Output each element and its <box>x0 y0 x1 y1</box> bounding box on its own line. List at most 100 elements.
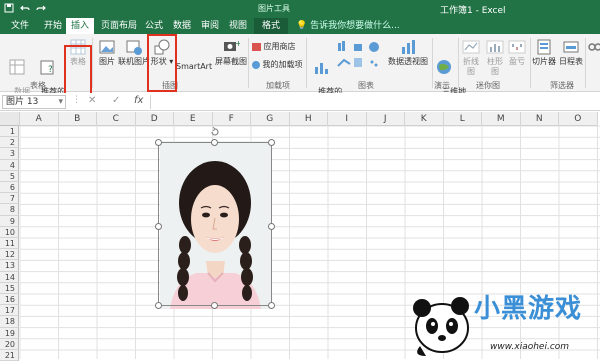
row-header-15[interactable]: 15 <box>0 282 19 294</box>
row-header-14[interactable]: 14 <box>0 271 19 283</box>
column-header-i[interactable]: I <box>328 112 367 126</box>
row-header-11[interactable]: 11 <box>0 238 19 250</box>
sparkline-line-button[interactable]: 折线图 <box>460 38 482 77</box>
row-header-20[interactable]: 20 <box>0 338 19 350</box>
resize-handle-top-right[interactable] <box>268 139 275 146</box>
office-store-button[interactable]: 应用商店 <box>252 42 306 52</box>
highlight-shapes-box <box>147 34 177 92</box>
column-header-e[interactable]: E <box>174 112 213 126</box>
row-header-13[interactable]: 13 <box>0 260 19 272</box>
resize-handle-top[interactable] <box>211 139 218 146</box>
row-header-6[interactable]: 6 <box>0 182 19 194</box>
row-header-12[interactable]: 12 <box>0 249 19 261</box>
group-label-tours: 演示 <box>434 81 450 90</box>
undo-icon[interactable] <box>20 3 30 16</box>
timeline-icon <box>563 41 579 53</box>
column-header-m[interactable]: M <box>482 112 521 126</box>
group-separator <box>306 38 307 88</box>
pivottable-icon <box>9 59 25 75</box>
row-header-7[interactable]: 7 <box>0 193 19 205</box>
rotate-handle-icon[interactable] <box>210 126 219 136</box>
formula-input[interactable] <box>150 95 596 109</box>
picture-button[interactable]: 图片 <box>96 38 118 67</box>
column-header-j[interactable]: J <box>366 112 405 126</box>
row-header-8[interactable]: 8 <box>0 204 19 216</box>
column-header-a[interactable]: A <box>20 112 59 126</box>
row-header-1[interactable]: 1 <box>0 126 19 138</box>
resize-handle-bottom[interactable] <box>211 302 218 309</box>
column-header-d[interactable]: D <box>135 112 174 126</box>
recommended-charts-icon <box>315 63 328 74</box>
tab-view[interactable]: 视图 <box>226 18 250 34</box>
resize-handle-bottom-right[interactable] <box>268 302 275 309</box>
row-header-4[interactable]: 4 <box>0 159 19 171</box>
group-separator <box>248 38 249 88</box>
timeline-button[interactable]: 日程表 <box>558 38 584 67</box>
group-separator <box>530 38 531 88</box>
column-header-f[interactable]: F <box>212 112 251 126</box>
store-icon <box>252 42 261 51</box>
group-separator <box>92 38 93 88</box>
pivotchart-button[interactable]: 数据透视图 <box>384 38 432 67</box>
tab-page-layout[interactable]: 页面布局 <box>98 18 140 34</box>
tab-file[interactable]: 文件 <box>6 18 34 34</box>
resize-handle-top-left[interactable] <box>155 139 162 146</box>
tab-insert[interactable]: 插入 <box>66 18 94 34</box>
row-header-10[interactable]: 10 <box>0 226 19 238</box>
column-header-h[interactable]: H <box>289 112 328 126</box>
sparkline-winloss-button[interactable]: 盈亏 <box>508 38 526 67</box>
cancel-icon[interactable]: ✕ <box>88 95 96 106</box>
insert-function-icon[interactable]: fx <box>134 95 143 106</box>
column-header-g[interactable]: G <box>251 112 290 126</box>
resize-handle-bottom-left[interactable] <box>155 302 162 309</box>
row-header-19[interactable]: 19 <box>0 327 19 339</box>
selection-frame <box>158 142 272 306</box>
row-header-9[interactable]: 9 <box>0 215 19 227</box>
tab-data[interactable]: 数据 <box>170 18 194 34</box>
tab-format[interactable]: 格式 <box>254 18 288 34</box>
formula-bar: 图片 13 ▾ ⋮ ✕ ✓ fx <box>0 93 600 111</box>
slicer-button[interactable]: 切片器 <box>532 38 556 67</box>
name-box[interactable]: 图片 13 ▾ <box>2 95 66 109</box>
tell-me-search[interactable]: 💡 告诉我你想要做什么... <box>296 18 400 31</box>
resize-handle-right[interactable] <box>268 223 275 230</box>
addins-icon <box>252 60 260 69</box>
column-header-l[interactable]: L <box>443 112 482 126</box>
row-header-18[interactable]: 18 <box>0 316 19 328</box>
tab-home[interactable]: 开始 <box>38 18 68 34</box>
redo-icon[interactable] <box>36 3 46 16</box>
smartart-button[interactable]: SmartArt <box>176 62 212 72</box>
row-header-17[interactable]: 17 <box>0 305 19 317</box>
resize-handle-left[interactable] <box>155 223 162 230</box>
row-header-2[interactable]: 2 <box>0 137 19 149</box>
row-header-3[interactable]: 3 <box>0 148 19 160</box>
chart-type-gallery[interactable] <box>336 40 386 72</box>
column-header-b[interactable]: B <box>58 112 97 126</box>
tab-review[interactable]: 审阅 <box>198 18 222 34</box>
tab-formulas[interactable]: 公式 <box>142 18 166 34</box>
sparkline-column-icon <box>486 40 504 54</box>
my-addins-button[interactable]: 我的加载项 <box>252 60 310 70</box>
quick-access-toolbar <box>4 3 46 16</box>
row-header-5[interactable]: 5 <box>0 170 19 182</box>
column-header-o[interactable]: O <box>559 112 598 126</box>
column-header-n[interactable]: N <box>520 112 559 126</box>
watermark-brand: 小黑游戏 <box>474 294 583 324</box>
sparkline-winloss-icon <box>508 40 526 54</box>
save-icon[interactable] <box>4 3 14 16</box>
enter-icon[interactable]: ✓ <box>112 95 120 106</box>
online-picture-button[interactable]: 联机图片 <box>118 38 150 67</box>
row-header-16[interactable]: 16 <box>0 294 19 306</box>
sparkline-column-button[interactable]: 柱形图 <box>484 38 506 77</box>
group-label-sparklines: 迷你图 <box>476 81 500 90</box>
group-label-charts: 图表 <box>358 81 374 90</box>
group-label-addins: 加载项 <box>266 81 290 90</box>
ribbon-insert: 数据 透视表 ? 推荐的 数据透视表 表格 表格 图片 联机图片 形状 ▾ Sm… <box>0 34 600 106</box>
column-header-c[interactable]: C <box>97 112 136 126</box>
select-all-corner[interactable] <box>0 112 20 126</box>
row-header-21[interactable]: 21 <box>0 350 19 361</box>
recommended-pivot-icon: ? <box>40 60 54 75</box>
column-header-k[interactable]: K <box>405 112 444 126</box>
ribbon-tab-bar: 文件 开始 插入 页面布局 公式 数据 审阅 视图 格式 💡 告诉我你想要做什么… <box>0 16 600 34</box>
hyperlink-button[interactable] <box>586 38 600 57</box>
